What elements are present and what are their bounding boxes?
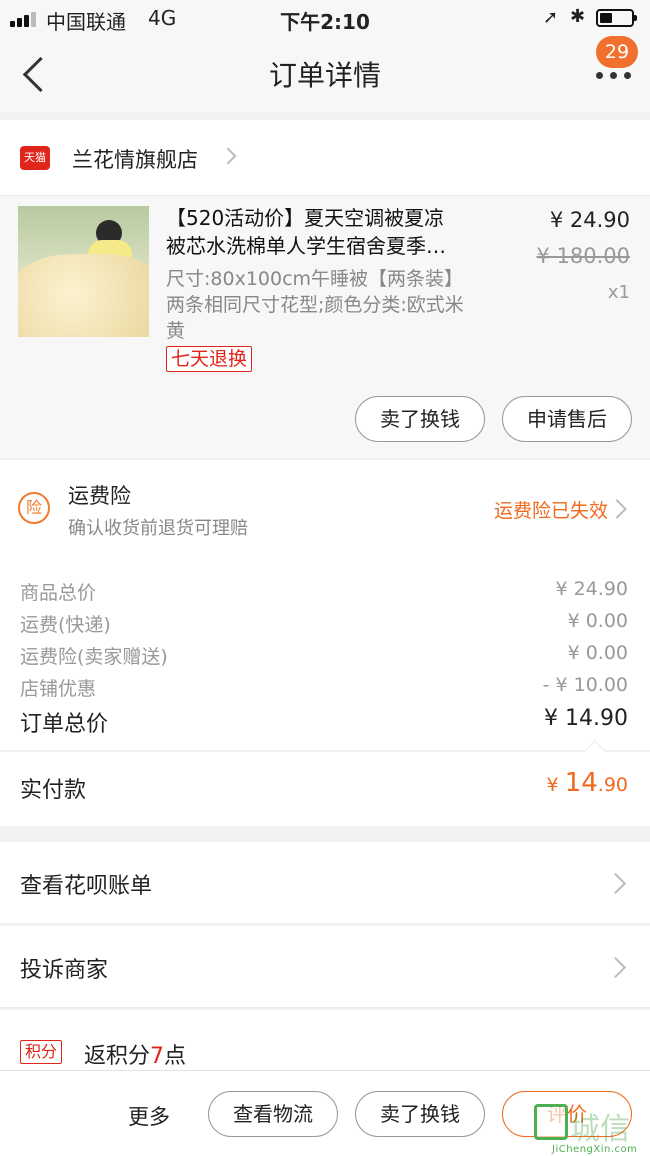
battery-level	[600, 13, 612, 23]
product-spec-line: 黄	[166, 320, 186, 342]
location-arrow-icon: ➚	[543, 7, 559, 28]
insurance-description: 确认收货前退货可理赔	[68, 518, 248, 539]
summary-label: 店铺优惠	[20, 678, 97, 700]
complain-merchant-row[interactable]: 投诉商家	[0, 926, 650, 1008]
product-title-line: 被芯水洗棉单人学生宿舍夏季…	[166, 234, 446, 258]
summary-value: ¥ 0.00	[567, 610, 628, 632]
complain-merchant-label: 投诉商家	[20, 958, 109, 983]
insurance-icon: 险	[18, 492, 50, 524]
tmall-icon: 天猫	[20, 146, 50, 170]
product-item[interactable]: 【520活动价】夏天空调被夏凉 被芯水洗棉单人学生宿舍夏季… 尺寸:80x100…	[0, 196, 650, 458]
points-text: 返积分7点	[84, 1038, 186, 1070]
freight-insurance-row[interactable]: 险 运费险 确认收货前退货可理赔 运费险已失效	[0, 460, 650, 560]
watermark-icon	[534, 1104, 568, 1140]
insurance-title: 运费险	[68, 484, 131, 508]
price-summary: 商品总价 ¥ 24.90 运费(快递) ¥ 0.00 运费险(卖家赠送) ¥ 0…	[0, 560, 650, 760]
amount-decimal: .90	[597, 774, 628, 796]
points-badge: 积分	[20, 1040, 63, 1064]
order-total-value: ¥ 14.90	[544, 706, 628, 731]
divider	[0, 750, 650, 751]
nav-bar: 订单详情 29	[0, 36, 650, 112]
sell-for-cash-button[interactable]: 卖了换钱	[355, 1091, 485, 1137]
product-price: ¥ 24.90	[549, 208, 630, 232]
summary-row: 运费险(卖家赠送) ¥ 0.00	[0, 638, 650, 670]
watermark-text: 城信	[570, 1112, 630, 1147]
actual-payment-row: 实付款 ¥ 14.90	[0, 752, 650, 826]
view-logistics-button[interactable]: 查看物流	[208, 1091, 338, 1137]
bluetooth-icon: ✱	[570, 6, 586, 27]
summary-row: 店铺优惠 - ¥ 10.00	[0, 670, 650, 702]
summary-label: 运费险(卖家赠送)	[20, 646, 168, 668]
product-spec-line: 两条相同尺寸花型;颜色分类:欧式米	[166, 294, 464, 316]
chevron-right-icon	[607, 499, 627, 519]
summary-label: 商品总价	[20, 582, 97, 604]
summary-label: 运费(快递)	[20, 614, 111, 636]
actual-payment-value: ¥ 14.90	[547, 768, 628, 798]
product-image[interactable]	[18, 206, 149, 337]
notification-badge: 29	[596, 36, 638, 68]
return-policy-tag: 七天退换	[166, 346, 253, 372]
points-count: 7	[150, 1044, 165, 1069]
sell-for-cash-button[interactable]: 卖了换钱	[355, 396, 485, 442]
product-spec: 尺寸:80x100cm午睡被【两条装】 两条相同尺寸花型;颜色分类:欧式米 黄	[166, 266, 506, 344]
summary-value: - ¥ 10.00	[542, 674, 628, 696]
currency-symbol: ¥	[546, 774, 565, 796]
product-spec-line: 尺寸:80x100cm午睡被【两条装】	[166, 268, 464, 290]
status-bar: 中国联通 4G 下午2:10 ➚ ✱	[0, 0, 650, 36]
watermark-logo: 城信 JiChengXin.com	[534, 1104, 648, 1155]
battery-icon	[596, 9, 637, 27]
chevron-right-icon	[604, 956, 627, 979]
watermark-url: JiChengXin.com	[552, 1144, 638, 1155]
chevron-right-icon	[219, 147, 237, 165]
shop-row[interactable]: 天猫 兰花情旗舰店	[0, 120, 650, 196]
summary-row: 商品总价 ¥ 24.90	[0, 574, 650, 606]
amount-integer: 14	[564, 768, 598, 798]
order-total-row: 订单总价 ¥ 14.90	[0, 702, 650, 737]
insurance-status: 运费险已失效	[493, 500, 608, 522]
actual-payment-label: 实付款	[20, 778, 87, 803]
points-prefix: 返积分	[84, 1044, 151, 1069]
points-suffix: 点	[164, 1044, 187, 1069]
summary-value: ¥ 0.00	[567, 642, 628, 664]
product-title[interactable]: 【520活动价】夏天空调被夏凉 被芯水洗棉单人学生宿舍夏季…	[166, 204, 506, 260]
order-total-label: 订单总价	[20, 712, 109, 737]
summary-value: ¥ 24.90	[555, 578, 628, 600]
page-title: 订单详情	[268, 59, 381, 92]
chevron-right-icon	[604, 872, 627, 895]
huabei-bill-label: 查看花呗账单	[20, 874, 153, 899]
summary-row: 运费(快递) ¥ 0.00	[0, 606, 650, 638]
product-original-price: ¥ 180.00	[536, 244, 630, 268]
more-button[interactable]: 更多	[128, 1101, 170, 1131]
huabei-bill-row[interactable]: 查看花呗账单	[0, 842, 650, 924]
shop-name: 兰花情旗舰店	[72, 148, 198, 172]
product-quantity: x1	[607, 282, 630, 303]
after-sale-button[interactable]: 申请售后	[502, 396, 632, 442]
product-title-line: 【520活动价】夏天空调被夏凉	[166, 206, 445, 230]
